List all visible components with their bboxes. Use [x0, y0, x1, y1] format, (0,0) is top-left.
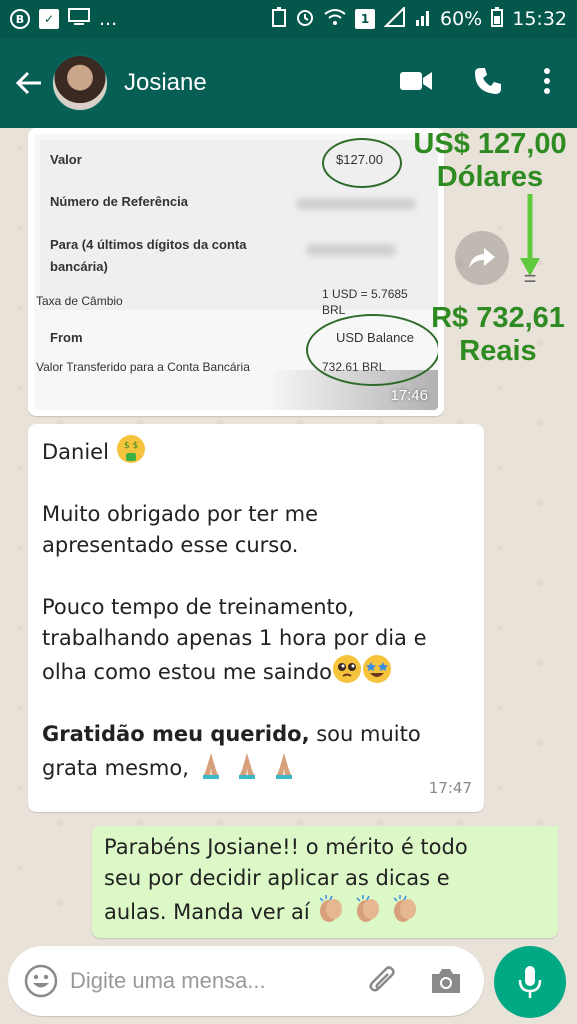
video-call-button[interactable]: [399, 70, 433, 96]
msg-line-3: apresentado esse curso.: [42, 533, 299, 557]
brl-annotation: R$ 732,61 Reais: [420, 302, 576, 369]
signal-2-icon: [415, 7, 431, 32]
msg-line-5: trabalhando apenas 1 hora por dia e: [42, 626, 427, 650]
kebab-menu-icon: [544, 68, 550, 94]
back-button[interactable]: [6, 53, 52, 113]
usd-amount: US$ 127,00: [413, 128, 567, 160]
receipt-image: Valor $127.00 Número de Referência Para …: [34, 134, 438, 410]
outgoing-message[interactable]: Parabéns Josiane!! o mérito é todo seu p…: [92, 826, 558, 938]
composer-bar: Digite uma mensa...: [0, 946, 577, 1024]
star-struck-emoji-icon: [363, 655, 392, 683]
out-line-1: Parabéns Josiane!! o mérito é todo: [104, 835, 468, 859]
share-arrow-icon: [469, 248, 495, 268]
contact-name[interactable]: Josiane: [124, 69, 207, 97]
more-options-button[interactable]: [543, 67, 551, 99]
avatar[interactable]: [52, 55, 108, 111]
phone-icon: [475, 68, 501, 94]
chat-header: Josiane: [0, 38, 577, 128]
image-timestamp: 17:46: [390, 387, 428, 404]
incoming-message[interactable]: Daniel $ $ Muito obrigado por ter me apr…: [28, 424, 484, 812]
usd-annotation: US$ 127,00 Dólares: [410, 128, 570, 195]
attach-button[interactable]: [368, 965, 398, 997]
smiley-icon: [24, 964, 58, 998]
brl-amount: R$ 732,61: [431, 302, 565, 334]
video-camera-icon: [400, 72, 432, 90]
clapping-hands-emoji-icon: [319, 895, 343, 922]
alarm-icon: [295, 7, 315, 32]
highlight-ellipse-brl: [306, 314, 438, 386]
monitor-icon: [68, 7, 90, 31]
svg-text:$ $: $ $: [124, 441, 138, 451]
praying-hands-emoji-icon: [202, 753, 219, 779]
brl-currency: Reais: [459, 335, 537, 368]
pleading-face-emoji-icon: [333, 655, 362, 683]
chat-area[interactable]: Valor $127.00 Número de Referência Para …: [0, 128, 577, 946]
msg-line-8: grata mesmo,: [42, 756, 189, 780]
camera-button[interactable]: [430, 967, 462, 995]
more-notifications: ...: [99, 8, 118, 30]
wifi-icon: [324, 8, 346, 31]
out-line-2: seu por decidir aplicar as dicas e: [104, 866, 450, 890]
forward-button[interactable]: [455, 231, 509, 285]
praying-hands-emoji-icon: [239, 753, 256, 779]
emoji-button[interactable]: [24, 964, 58, 998]
arrow-left-icon: [15, 71, 41, 95]
message-input[interactable]: Digite uma mensa...: [8, 946, 484, 1016]
highlight-ellipse-usd: [322, 138, 402, 188]
equals-sign: =: [523, 266, 537, 291]
b-app-icon: B: [10, 9, 30, 29]
paperclip-icon: [369, 966, 395, 992]
out-line-3: aulas. Manda ver aí: [104, 900, 310, 924]
blurred-reference: [296, 198, 416, 210]
valor-label: Valor: [50, 152, 82, 167]
msg-line-2: Muito obrigado por ter me: [42, 502, 319, 526]
voice-message-button[interactable]: [494, 946, 566, 1018]
praying-hands-emoji-icon: [275, 753, 292, 779]
msg-line-7-bold: Gratidão meu querido,: [42, 722, 310, 746]
camera-icon: [432, 969, 460, 993]
clapping-hands-emoji-icon: [393, 895, 416, 922]
from-label: From: [50, 330, 83, 345]
msg-line-4: Pouco tempo de treinamento,: [42, 595, 355, 619]
para-label: Para (4 últimos dígitos da conta bancári…: [50, 237, 247, 274]
taxa-label: Taxa de Câmbio: [36, 294, 123, 308]
msg-line-7-rest: sou muito: [309, 722, 421, 746]
message-input-placeholder[interactable]: Digite uma mensa...: [70, 968, 266, 994]
blurred-account: [306, 244, 396, 256]
referencia-label: Número de Referência: [50, 194, 188, 209]
battery-percent: 60%: [440, 8, 483, 30]
usd-currency: Dólares: [436, 161, 544, 194]
transferido-label: Valor Transferido para a Conta Bancária: [36, 360, 250, 374]
msg-line-6: olha como estou me saindo: [42, 660, 333, 684]
signal-icon: [383, 5, 406, 32]
voice-call-button[interactable]: [473, 66, 503, 100]
battery-saver-icon: [272, 6, 286, 32]
clock: 15:32: [512, 8, 567, 30]
msg-line-greeting: Daniel: [42, 440, 109, 464]
incoming-timestamp: 17:47: [428, 779, 472, 797]
status-bar: B ✓ ... 1 60% 15:32: [0, 0, 577, 38]
clapping-hands-emoji-icon: [356, 895, 380, 922]
battery-icon: [491, 6, 504, 32]
image-message[interactable]: Valor $127.00 Número de Referência Para …: [28, 128, 444, 416]
money-mouth-emoji-icon: $ $: [116, 435, 145, 463]
microphone-icon: [518, 966, 542, 998]
sim-indicator: 1: [355, 9, 375, 29]
vpn-icon: ✓: [39, 9, 59, 29]
